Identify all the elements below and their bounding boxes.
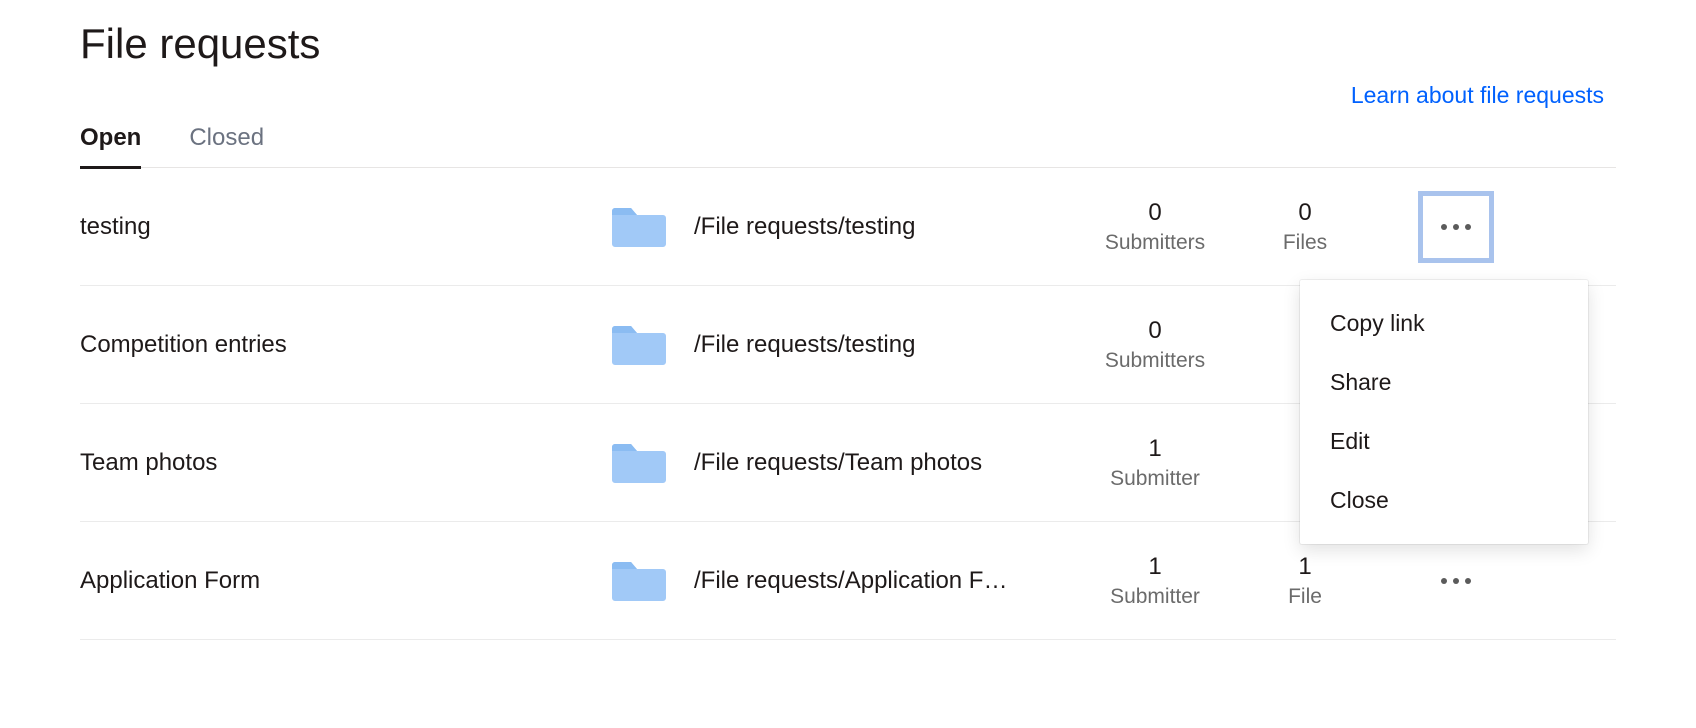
more-button[interactable]	[1420, 547, 1492, 615]
files-count: 0	[1298, 199, 1311, 227]
tab-closed[interactable]: Closed	[189, 124, 264, 169]
menu-close[interactable]: Close	[1300, 471, 1588, 530]
more-button[interactable]	[1420, 193, 1492, 261]
request-path[interactable]: /File requests/testing	[610, 323, 1080, 367]
files-label: File	[1288, 585, 1322, 609]
files-stat: 1 File	[1230, 553, 1380, 609]
more-icon	[1441, 578, 1471, 584]
context-menu: Copy link Share Edit Close	[1300, 280, 1588, 544]
files-label: Files	[1283, 231, 1327, 255]
request-path[interactable]: /File requests/testing	[610, 205, 1080, 249]
request-name[interactable]: Application Form	[80, 567, 610, 595]
submitters-stat: 0 Submitters	[1080, 199, 1230, 255]
path-text: /File requests/Team photos	[694, 449, 982, 477]
row-actions	[1380, 547, 1500, 615]
menu-edit[interactable]: Edit	[1300, 412, 1588, 471]
submitters-label: Submitters	[1105, 349, 1205, 373]
submitters-label: Submitters	[1105, 231, 1205, 255]
menu-copy-link[interactable]: Copy link	[1300, 294, 1588, 353]
files-stat: 0 Files	[1230, 199, 1380, 255]
request-name[interactable]: testing	[80, 213, 610, 241]
submitters-count: 1	[1148, 435, 1161, 463]
request-path[interactable]: /File requests/Team photos	[610, 441, 1080, 485]
submitters-stat: 0 Submitters	[1080, 317, 1230, 373]
path-text: /File requests/testing	[694, 331, 915, 359]
files-count: 1	[1298, 553, 1311, 581]
tabs: Open Closed	[80, 124, 1616, 168]
menu-share[interactable]: Share	[1300, 353, 1588, 412]
submitters-stat: 1 Submitter	[1080, 553, 1230, 609]
row-actions	[1380, 193, 1500, 261]
folder-icon	[610, 559, 666, 603]
learn-about-link[interactable]: Learn about file requests	[1351, 82, 1604, 109]
submitters-count: 0	[1148, 317, 1161, 345]
folder-icon	[610, 205, 666, 249]
page-title: File requests	[80, 20, 1616, 68]
submitters-label: Submitter	[1110, 585, 1200, 609]
request-path[interactable]: /File requests/Application F…	[610, 559, 1080, 603]
folder-icon	[610, 441, 666, 485]
request-name[interactable]: Team photos	[80, 449, 610, 477]
submitters-count: 1	[1148, 553, 1161, 581]
submitters-count: 0	[1148, 199, 1161, 227]
submitters-stat: 1 Submitter	[1080, 435, 1230, 491]
more-icon	[1441, 224, 1471, 230]
path-text: /File requests/Application F…	[694, 567, 1007, 595]
table-row: testing/File requests/testing 0 Submitters…	[80, 168, 1616, 286]
submitters-label: Submitter	[1110, 467, 1200, 491]
folder-icon	[610, 323, 666, 367]
path-text: /File requests/testing	[694, 213, 915, 241]
tab-open[interactable]: Open	[80, 124, 141, 169]
request-name[interactable]: Competition entries	[80, 331, 610, 359]
